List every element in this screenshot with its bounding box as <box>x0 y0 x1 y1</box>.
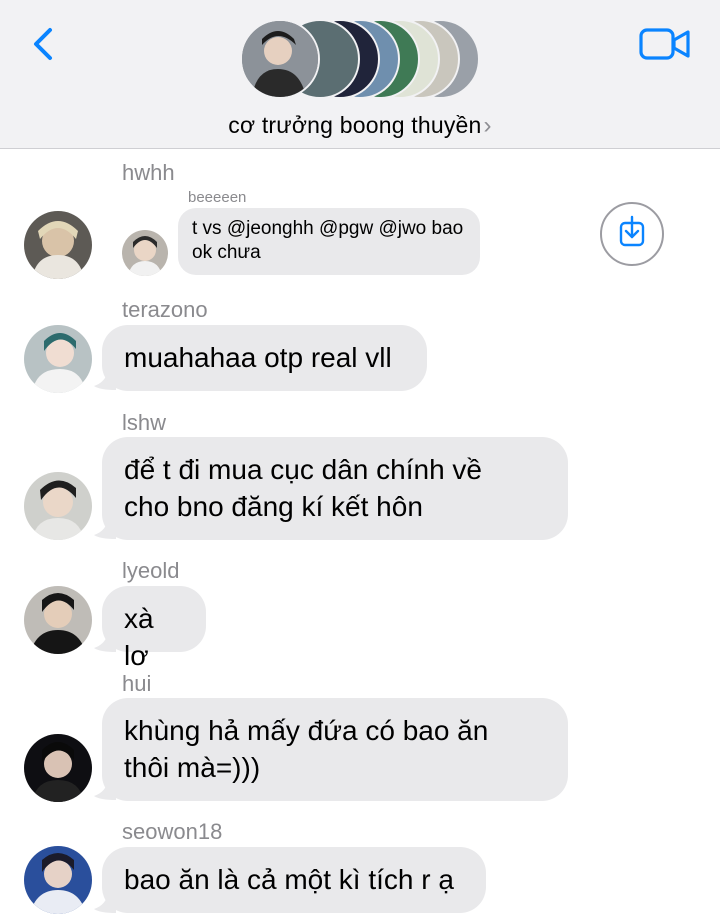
chat-header: cơ trưởng boong thuyền› <box>0 0 720 149</box>
message-text: bao ăn là cả một kì tích r ạ <box>124 864 454 895</box>
message-text-line: t vs @jeonghh @pgw @jwo bao <box>192 218 464 239</box>
chevron-right-icon: › <box>483 112 492 139</box>
message-text: xà lơ <box>124 603 154 671</box>
avatar[interactable] <box>24 472 92 540</box>
message-text-line: để t đi mua cục dân chính về <box>124 454 482 485</box>
message-text-line: thôi mà=))) <box>124 752 261 783</box>
sender-name: lshw <box>122 410 167 435</box>
avatar[interactable] <box>24 325 92 393</box>
group-avatar <box>240 19 320 99</box>
reply-message-bubble[interactable]: t vs @jeonghh @pgw @jwo bao ok chưa <box>178 208 480 275</box>
group-avatar-stack[interactable] <box>240 19 480 101</box>
sender-name: seowon18 <box>122 819 223 844</box>
download-icon <box>619 215 645 247</box>
group-title-text: cơ trưởng boong thuyền <box>228 112 482 138</box>
message-bubble[interactable]: muahahaa otp real vll <box>102 325 427 391</box>
avatar[interactable] <box>24 211 92 279</box>
avatar[interactable] <box>24 586 92 654</box>
avatar[interactable] <box>122 230 168 276</box>
sender-name: hwhh <box>122 160 175 185</box>
quoted-sender: beeeeen <box>188 189 247 206</box>
save-button[interactable] <box>600 202 664 266</box>
message-bubble[interactable]: bao ăn là cả một kì tích r ạ <box>102 847 486 913</box>
sender-name: lyeold <box>122 558 180 583</box>
message-text-line: khùng hả mấy đứa có bao ăn <box>124 715 489 746</box>
video-camera-icon[interactable] <box>638 26 692 62</box>
message-bubble[interactable]: khùng hả mấy đứa có bao ăn thôi mà=))) <box>102 698 568 801</box>
message-bubble[interactable]: xà lơ <box>102 586 206 671</box>
avatar[interactable] <box>24 734 92 802</box>
group-title[interactable]: cơ trưởng boong thuyền› <box>0 112 720 140</box>
sender-name: hui <box>122 671 152 696</box>
avatar[interactable] <box>24 846 92 914</box>
message-text: muahahaa otp real vll <box>124 342 392 373</box>
sender-name: terazono <box>122 297 208 322</box>
message-text-line: cho bno đăng kí kết hôn <box>124 491 423 522</box>
message-text-line: ok chưa <box>192 242 261 263</box>
message-bubble[interactable]: để t đi mua cục dân chính về cho bno đăn… <box>102 437 568 540</box>
chevron-left-icon[interactable] <box>26 24 62 64</box>
